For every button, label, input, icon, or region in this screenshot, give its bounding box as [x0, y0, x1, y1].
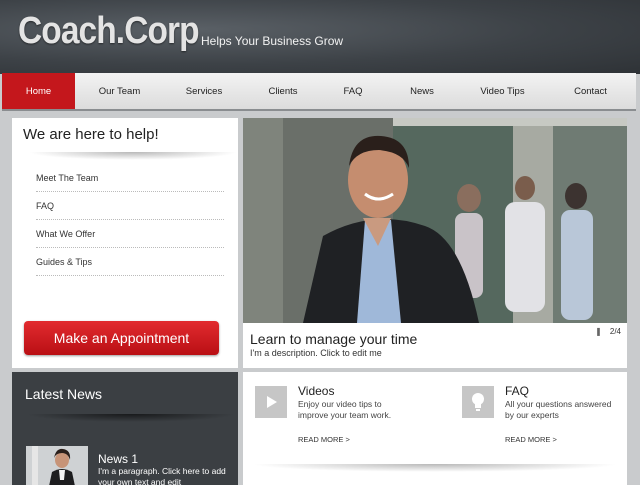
nav-item-contact[interactable]: Contact [545, 73, 636, 109]
news-thumbnail[interactable] [26, 446, 88, 485]
divider [251, 464, 619, 472]
videos-description: Enjoy our video tips to improve your tea… [298, 399, 392, 420]
news-item-text: I'm a paragraph. Click here to add your … [98, 466, 226, 485]
help-link-guides-tips[interactable]: Guides & Tips [36, 248, 224, 276]
nav-item-our-team[interactable]: Our Team [75, 73, 164, 109]
make-appointment-button[interactable]: Make an Appointment [24, 321, 219, 355]
faq-read-more-link[interactable]: READ MORE > [505, 435, 557, 444]
help-title: We are here to help! [23, 126, 159, 143]
help-link-meet-the-team[interactable]: Meet The Team [36, 164, 224, 192]
slide-counter: ❚ 2/4 [595, 327, 621, 336]
site-logo[interactable]: Coach.Corp [18, 10, 200, 53]
videos-title[interactable]: Videos [298, 384, 334, 398]
help-link-list: Meet The Team FAQ What We Offer Guides &… [36, 164, 224, 276]
divider [26, 414, 236, 422]
slideshow-image[interactable] [243, 118, 627, 323]
help-link-faq[interactable]: FAQ [36, 192, 224, 220]
slide-caption-description: I'm a description. Click to edit me [250, 348, 382, 358]
slide-counter-text: 2/4 [609, 327, 621, 336]
nav-item-clients[interactable]: Clients [244, 73, 322, 109]
slideshow[interactable]: Learn to manage your time I'm a descript… [243, 118, 627, 368]
pause-icon[interactable]: ❚ [595, 327, 602, 336]
news-item-title[interactable]: News 1 [98, 452, 138, 466]
site-header: Coach.Corp Helps Your Business Grow [0, 0, 640, 74]
site-tagline: Helps Your Business Grow [201, 34, 344, 48]
nav-item-services[interactable]: Services [164, 73, 244, 109]
faq-description: All your questions answered by our exper… [505, 399, 612, 420]
nav-item-news[interactable]: News [384, 73, 460, 109]
divider [28, 152, 238, 160]
nav-item-video-tips[interactable]: Video Tips [460, 73, 545, 109]
news-person-photo [26, 446, 88, 485]
help-panel: We are here to help! Meet The Team FAQ W… [12, 118, 238, 368]
lightbulb-icon[interactable] [462, 386, 494, 418]
slide-caption-title: Learn to manage your time [250, 331, 418, 347]
latest-news-panel: Latest News News 1 I'm a paragraph. Clic… [12, 372, 238, 485]
help-link-what-we-offer[interactable]: What We Offer [36, 220, 224, 248]
play-icon[interactable] [255, 386, 287, 418]
nav-item-faq[interactable]: FAQ [322, 73, 384, 109]
faq-title[interactable]: FAQ [505, 384, 529, 398]
features-panel: Videos Enjoy our video tips to improve y… [243, 372, 627, 485]
videos-read-more-link[interactable]: READ MORE > [298, 435, 350, 444]
nav-item-home[interactable]: Home [2, 73, 75, 109]
slide-photo [243, 118, 627, 323]
latest-news-title: Latest News [25, 386, 103, 402]
main-nav: Home Our Team Services Clients FAQ News … [2, 73, 636, 111]
